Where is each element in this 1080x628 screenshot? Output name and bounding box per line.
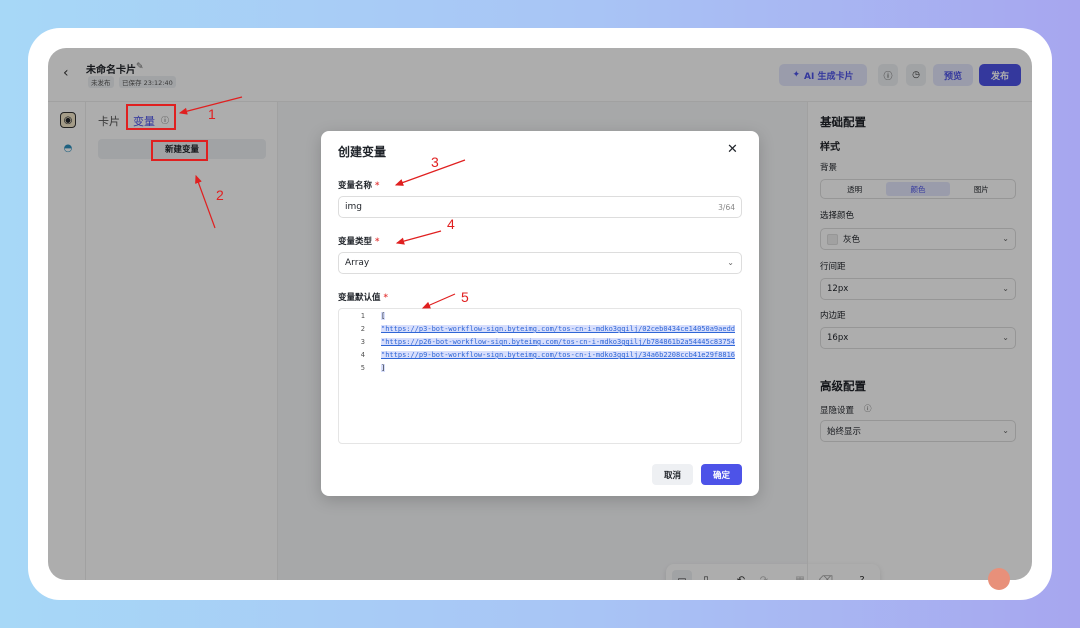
annotation-number-2: 2 [216, 187, 224, 203]
annotation-arrows [178, 96, 466, 309]
annotation-number-1: 1 [208, 106, 216, 122]
annotation-number-3: 3 [431, 154, 439, 170]
annotation-arrow-2 [195, 174, 216, 229]
annotation-arrow-4 [395, 230, 442, 245]
annotation-arrow-5 [421, 293, 456, 309]
annotation-number-5: 5 [461, 289, 469, 305]
annotation-number-4: 4 [447, 216, 455, 232]
